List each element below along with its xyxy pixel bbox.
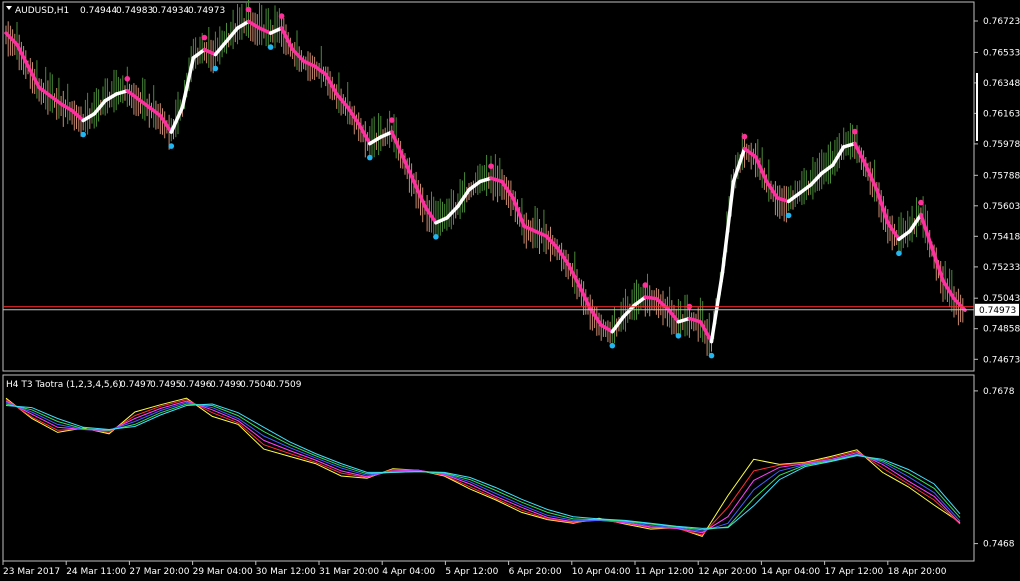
time-tick-label: 18 Apr 20:00 — [888, 567, 947, 577]
ohlc-high: 0.74983 — [116, 6, 153, 16]
indicator-value-1: 0.7497 — [120, 380, 152, 390]
indicator-label: H4 T3 Taotra (1,2,3,4,5,6) — [6, 380, 122, 390]
swing-high-dot — [124, 76, 131, 82]
price-tick-label: 0.75603 — [983, 202, 1020, 212]
time-tick-label: 5 Apr 12:00 — [445, 567, 498, 577]
price-tick-label: 0.75788 — [983, 171, 1020, 181]
time-tick-label: 14 Apr 04:00 — [761, 567, 820, 577]
indicator-tick-label: 0.7468 — [983, 540, 1015, 550]
swing-high-dot — [389, 117, 395, 123]
swing-low-dot — [609, 342, 616, 349]
time-tick-label: 11 Apr 12:00 — [635, 567, 694, 577]
swing-low-dot — [367, 154, 373, 161]
swing-low-dot — [267, 44, 274, 50]
current-price-label: 0.74973 — [979, 306, 1016, 316]
price-tick-label: 0.76348 — [983, 79, 1020, 89]
price-tick-label: 0.76163 — [983, 109, 1020, 119]
swing-low-dot — [212, 65, 219, 72]
swing-low-dot — [433, 234, 439, 240]
indicator-tick-label: 0.7678 — [983, 387, 1015, 397]
swing-high-dot — [741, 133, 748, 140]
indicator-value-6: 0.7509 — [270, 380, 302, 390]
time-tick-label: 6 Apr 20:00 — [509, 567, 562, 577]
time-tick-label: 30 Mar 12:00 — [256, 567, 316, 577]
swing-low-dot — [675, 333, 682, 339]
chart-window: 0.76723 0.76533 0.76348 0.76163 0.75978 0.757… — [0, 0, 1020, 581]
price-tick-label: 0.75978 — [983, 140, 1020, 150]
price-tick-label: 0.75233 — [983, 263, 1020, 273]
price-tick-label: 0.75043 — [983, 294, 1020, 304]
indicator-value-5: 0.7504 — [240, 380, 272, 390]
time-tick-label: 10 Apr 04:00 — [572, 567, 631, 577]
indicator-value-4: 0.7499 — [210, 380, 242, 390]
swing-low-dot — [708, 352, 715, 359]
swing-low-dot — [896, 250, 902, 257]
time-tick-label: 24 Mar 11:00 — [66, 567, 126, 577]
time-tick-label: 31 Mar 20:00 — [319, 567, 379, 577]
swing-low-dot — [785, 212, 792, 219]
ohlc-open: 0.74944 — [80, 6, 117, 16]
ohlc-close: 0.74973 — [188, 6, 225, 16]
time-tick-label: 17 Apr 12:00 — [825, 567, 884, 577]
swing-high-dot — [488, 163, 494, 169]
time-tick-label: 29 Mar 04:00 — [193, 567, 253, 577]
swing-high-dot — [245, 6, 252, 13]
price-tick-label: 0.74858 — [983, 325, 1020, 335]
indicator-value-3: 0.7496 — [180, 380, 212, 390]
time-tick-label: 4 Apr 04:00 — [382, 567, 435, 577]
symbol-label: AUDUSD,H1 — [15, 6, 69, 16]
price-tick-label: 0.76533 — [983, 48, 1020, 58]
swing-high-dot — [852, 128, 858, 135]
swing-high-dot — [201, 34, 208, 41]
swing-high-dot — [918, 199, 924, 206]
price-tick-label: 0.76723 — [983, 17, 1020, 27]
time-tick-label: 23 Mar 2017 — [3, 567, 60, 577]
time-tick-label: 27 Mar 20:00 — [129, 567, 189, 577]
swing-low-dot — [80, 131, 86, 138]
indicator-value-2: 0.7495 — [150, 380, 182, 390]
swing-high-dot — [642, 282, 649, 288]
price-tick-label: 0.75418 — [983, 232, 1020, 242]
swing-low-dot — [168, 143, 175, 149]
swing-high-dot — [278, 13, 285, 19]
price-tick-label: 0.74673 — [983, 355, 1020, 365]
time-tick-label: 12 Apr 20:00 — [698, 567, 757, 577]
ohlc-low: 0.74934 — [152, 6, 189, 16]
scroll-marker[interactable] — [976, 73, 978, 141]
